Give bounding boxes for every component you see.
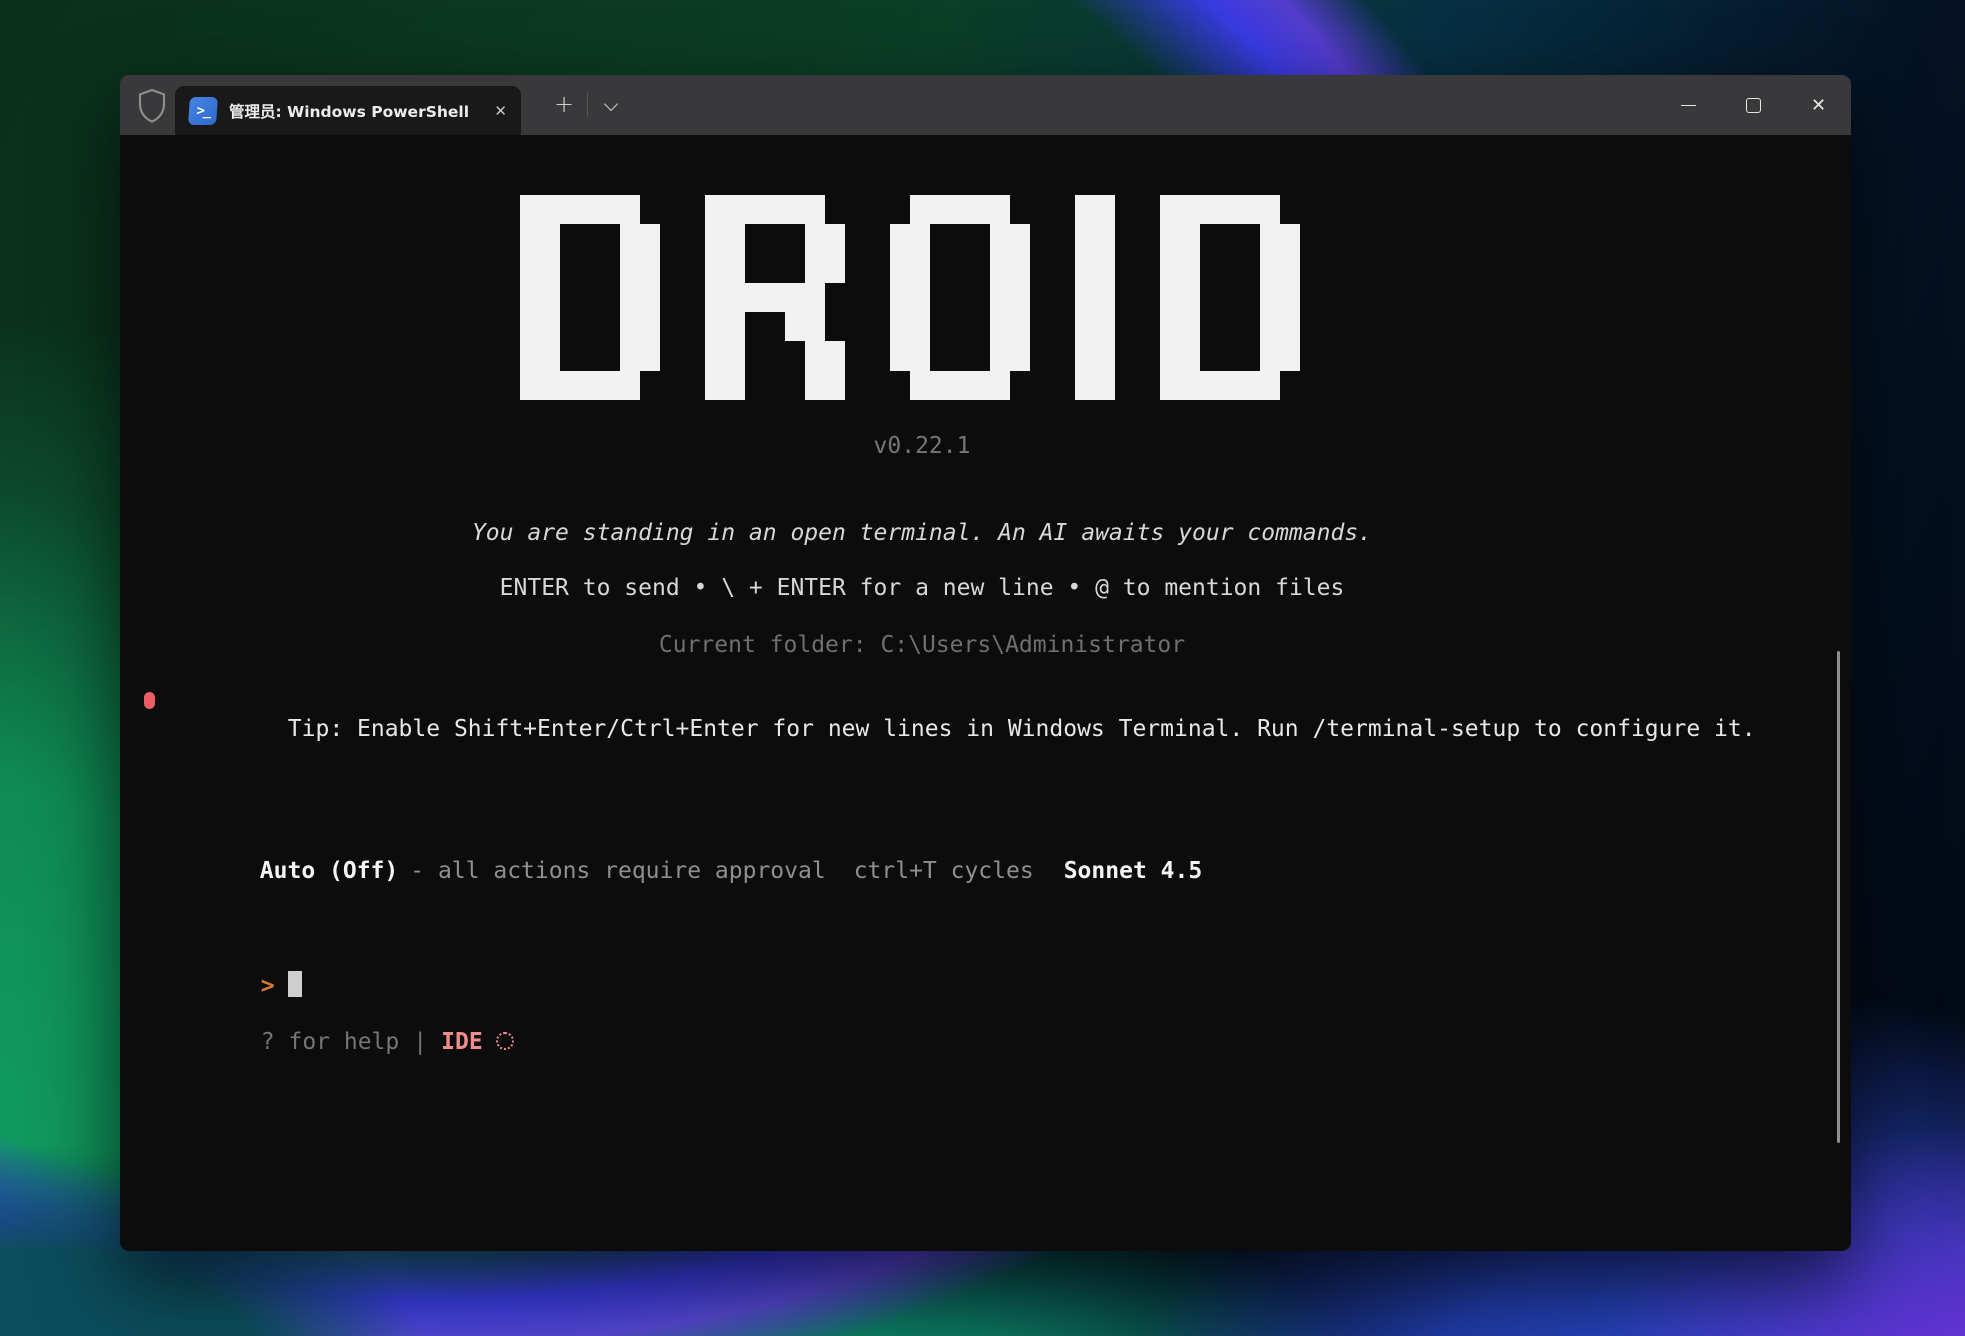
tab-dropdown-button[interactable] [600,95,622,117]
minimize-button[interactable] [1656,75,1721,135]
chevron-down-icon [604,97,618,111]
status-line: Auto (Off) - all actions require approval… [120,828,1851,915]
close-icon: ✕ [1811,95,1826,116]
footer-separator: | [413,1029,427,1055]
window-controls: ✕ [1656,75,1851,135]
terminal-content[interactable]: v0.22.1 You are standing in an open term… [120,135,1851,1251]
ide-status-label[interactable]: IDE [441,1029,483,1055]
cycle-hint: ctrl+T cycles [854,858,1034,884]
tip-text: Tip: Enable Shift+Enter/Ctrl+Enter for n… [288,716,1756,742]
auto-mode-description: - all actions require approval [410,858,825,884]
close-button[interactable]: ✕ [1786,75,1851,135]
powershell-icon: >_ [188,97,218,125]
new-tab-button[interactable]: + [550,91,578,119]
auto-mode-label[interactable]: Auto (Off) [260,858,398,884]
model-name[interactable]: Sonnet 4.5 [1064,858,1202,884]
tab-powershell[interactable]: >_ 管理员: Windows PowerShell ✕ [175,86,521,135]
ide-connecting-spinner-icon [496,1032,514,1050]
tab-close-icon[interactable]: ✕ [494,102,507,120]
titlebar[interactable]: >_ 管理员: Windows PowerShell ✕ + ✕ [120,75,1851,135]
minimize-icon [1681,105,1696,106]
tagline-text: You are standing in an open terminal. An… [120,519,1724,548]
text-cursor [288,971,302,997]
help-hint: ? for help [261,1029,399,1055]
tab-title: 管理员: Windows PowerShell [229,100,486,122]
droid-logo [520,195,1851,400]
tip-line: Tip: Enable Shift+Enter/Ctrl+Enter for n… [120,686,1851,773]
prompt-symbol: > [261,973,275,999]
maximize-button[interactable] [1721,75,1786,135]
current-folder-text: Current folder: C:\Users\Administrator [120,631,1724,660]
footer-line: ? for help | IDE [120,999,1851,1086]
titlebar-divider [587,93,588,117]
version-text: v0.22.1 [120,432,1724,461]
admin-shield-icon [136,88,168,124]
key-hints-text: ENTER to send • \ + ENTER for a new line… [120,574,1724,603]
maximize-icon [1746,98,1761,113]
terminal-window: >_ 管理员: Windows PowerShell ✕ + ✕ [120,75,1851,1251]
scrollbar[interactable] [1837,651,1840,1143]
tip-bullet-icon [144,692,155,709]
desktop-wallpaper: >_ 管理员: Windows PowerShell ✕ + ✕ [0,0,1965,1336]
prompt-input-line[interactable]: > [120,942,1851,972]
